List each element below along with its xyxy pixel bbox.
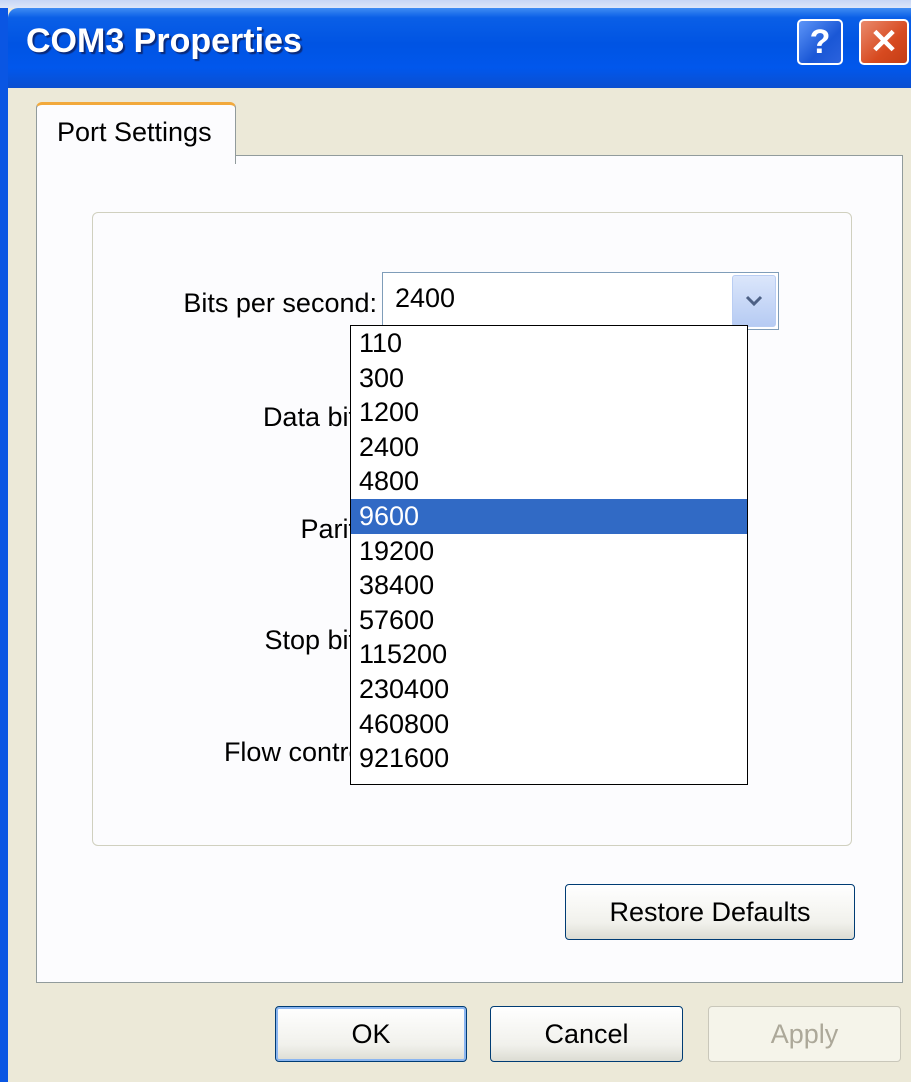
list-item[interactable]: 38400 xyxy=(351,568,747,603)
list-item[interactable]: 460800 xyxy=(351,707,747,742)
list-item[interactable]: 2400 xyxy=(351,430,747,465)
bits-per-second-label: Bits per second: xyxy=(183,288,377,318)
help-icon[interactable]: ? xyxy=(797,19,843,65)
restore-defaults-button[interactable]: Restore Defaults xyxy=(565,884,855,940)
apply-button: Apply xyxy=(708,1006,901,1062)
list-item[interactable]: 115200 xyxy=(351,637,747,672)
list-item[interactable]: 110 xyxy=(351,326,747,361)
list-item[interactable]: 300 xyxy=(351,361,747,396)
list-item[interactable]: 19200 xyxy=(351,534,747,569)
chevron-down-icon[interactable] xyxy=(732,275,776,327)
list-item-highlighted[interactable]: 9600 xyxy=(351,498,747,534)
tab-label: Port Settings xyxy=(57,117,212,147)
bits-per-second-select[interactable]: 2400 xyxy=(382,272,779,330)
window-title: COM3 Properties xyxy=(26,22,302,60)
ok-button[interactable]: OK xyxy=(275,1006,467,1062)
list-item[interactable]: 921600 xyxy=(351,741,747,776)
list-item[interactable]: 57600 xyxy=(351,603,747,638)
tab-port-settings[interactable]: Port Settings xyxy=(36,102,236,164)
close-icon[interactable]: ✕ xyxy=(859,19,909,65)
list-item[interactable]: 230400 xyxy=(351,672,747,707)
list-item[interactable]: 4800 xyxy=(351,464,747,499)
bits-per-second-value: 2400 xyxy=(395,283,456,313)
title-bar[interactable]: COM3 Properties ? ✕ xyxy=(8,8,911,88)
bits-per-second-dropdown-list[interactable]: 110 300 1200 2400 4800 9600 19200 38400 … xyxy=(350,325,748,785)
list-item[interactable]: 1200 xyxy=(351,395,747,430)
cancel-button[interactable]: Cancel xyxy=(490,1006,683,1062)
